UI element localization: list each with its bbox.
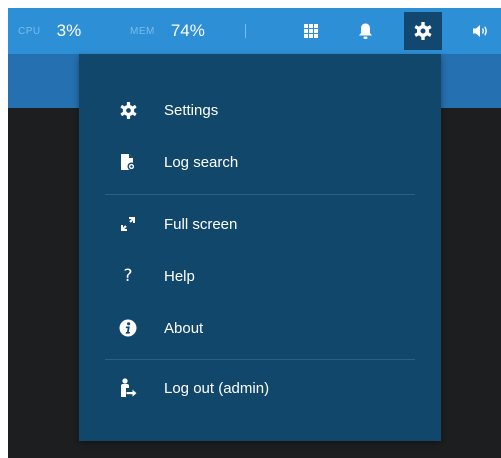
fullscreen-icon <box>119 215 137 233</box>
menu-item-full-screen[interactable]: Full screen <box>79 202 441 246</box>
settings-menu-button[interactable] <box>404 12 442 50</box>
menu-divider <box>105 359 415 360</box>
grid-icon[interactable] <box>296 8 326 54</box>
settings-dropdown-menu: Settings Log search Full screen ? Help A… <box>79 54 441 441</box>
gear-icon <box>119 101 137 119</box>
topbar-separator <box>245 24 246 38</box>
cpu-value: 3% <box>56 21 82 40</box>
menu-item-label: Settings <box>164 101 219 119</box>
menu-item-log-out[interactable]: Log out (admin) <box>79 366 441 410</box>
menu-item-label: Full screen <box>164 215 238 233</box>
menu-item-about[interactable]: About <box>79 306 441 350</box>
cpu-label: CPU <box>18 25 41 37</box>
log-search-icon <box>119 153 137 171</box>
top-status-bar: CPU 3% MEM 74% <box>8 8 501 54</box>
menu-item-log-search[interactable]: Log search <box>79 140 441 184</box>
cpu-stat: CPU 3% <box>18 8 81 54</box>
info-icon <box>119 319 137 337</box>
logout-icon <box>119 378 137 397</box>
menu-item-label: Help <box>164 267 195 285</box>
menu-item-label: About <box>164 319 204 337</box>
menu-item-label: Log out (admin) <box>164 379 270 397</box>
mem-value: 74% <box>170 21 205 40</box>
speaker-icon[interactable] <box>466 8 496 54</box>
bell-icon[interactable] <box>350 8 380 54</box>
help-icon: ? <box>123 266 133 286</box>
mem-stat: MEM 74% <box>130 8 205 54</box>
mem-label: MEM <box>130 25 155 37</box>
app-frame: CPU 3% MEM 74% Settings Log search Full … <box>0 0 501 458</box>
menu-item-help[interactable]: ? Help <box>79 254 441 298</box>
menu-item-settings[interactable]: Settings <box>79 88 441 132</box>
menu-divider <box>105 194 415 195</box>
menu-item-label: Log search <box>164 153 239 171</box>
gear-icon <box>414 22 432 40</box>
